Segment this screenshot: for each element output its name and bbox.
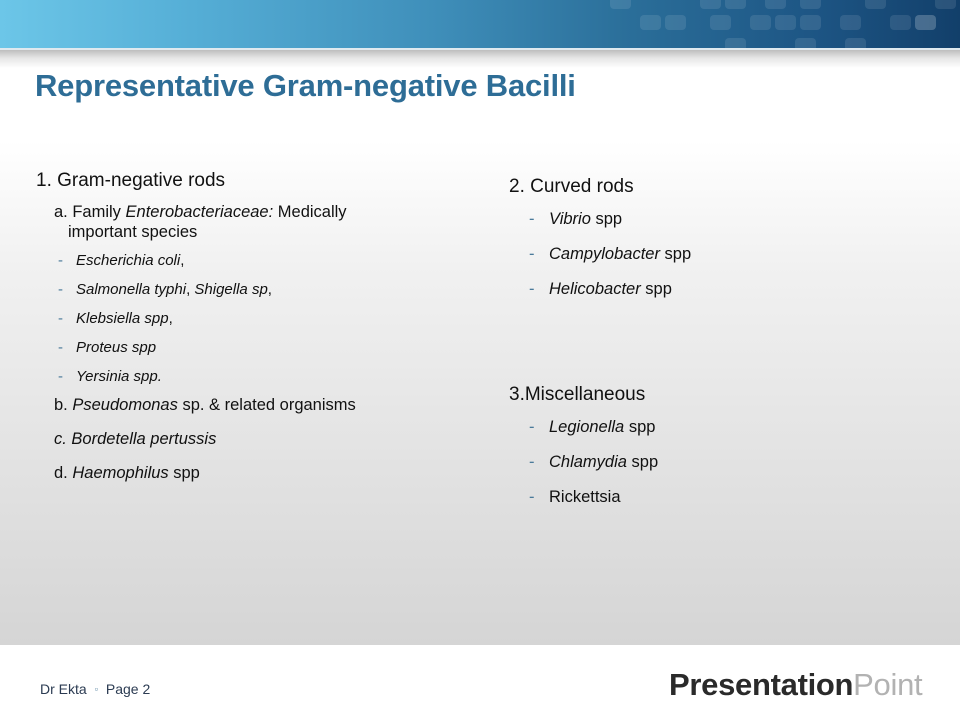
decorative-tile [765, 0, 786, 9]
presentationpoint-logo: PresentationPoint [669, 667, 923, 702]
header-shadow [0, 50, 960, 68]
decorative-tile [725, 38, 746, 48]
decorative-tile [800, 15, 821, 30]
decorative-tile [845, 38, 866, 48]
section-heading-miscellaneous: 3.Miscellaneous [509, 384, 646, 405]
slide-title: Representative Gram-negative Bacilli [35, 68, 576, 103]
decorative-tile [750, 15, 771, 30]
decorative-tile [665, 15, 686, 30]
curved-rod-item: - Helicobacter spp [529, 280, 672, 298]
section-heading-gram-negative-rods: 1. Gram-negative rods [36, 170, 226, 191]
left-column: 1. Gram-negative rods a. Family Enteroba… [36, 170, 476, 483]
decorative-tile [890, 15, 911, 30]
decorative-tile [795, 38, 816, 48]
miscellaneous-item: - Rickettsia [529, 488, 621, 506]
decorative-tile [710, 15, 731, 30]
decorative-tile [800, 0, 821, 9]
decorative-tile [610, 0, 631, 9]
subitem-b-pseudomonas: b. Pseudomonas sp. & related organisms [54, 396, 356, 414]
section-heading-curved-rods: 2. Curved rods [509, 176, 634, 197]
decorative-tile [640, 15, 661, 30]
decorative-tile [775, 15, 796, 30]
curved-rod-item: - Vibrio spp [529, 210, 623, 228]
miscellaneous-item: - Chlamydia spp [529, 453, 659, 471]
subitem-a-enterobacteriaceae: a. Family Enterobacteriaceae: Medically … [54, 203, 347, 241]
footer-author: Dr Ekta [40, 681, 87, 697]
decorative-tile [725, 0, 746, 9]
decorative-tile [700, 0, 721, 9]
species-item: - Proteus spp [58, 339, 157, 356]
miscellaneous-item: - Legionella spp [529, 418, 656, 436]
footer-page-number: Page 2 [105, 681, 151, 697]
species-item: - Yersinia spp. [58, 368, 162, 385]
species-item: - Salmonella typhi, Shigella sp, [58, 281, 272, 298]
subitem-c-bordetella: c. Bordetella pertussis [54, 430, 217, 448]
curved-rod-item: - Campylobacter spp [529, 245, 692, 263]
decorative-tile [915, 15, 936, 30]
decorative-tile [935, 0, 956, 9]
header-banner [0, 0, 960, 48]
right-column: 2. Curved rods - Vibrio spp - Campylobacte… [509, 176, 929, 507]
species-item: - Escherichia coli, [58, 252, 185, 269]
species-item: - Klebsiella spp, [58, 310, 173, 327]
footer-separator-icon: ▫ [94, 684, 98, 694]
decorative-tile [840, 15, 861, 30]
footer: Dr Ekta ▫ Page 2 [40, 681, 150, 697]
subitem-d-haemophilus: d. Haemophilus spp [54, 464, 200, 482]
decorative-tile [865, 0, 886, 9]
